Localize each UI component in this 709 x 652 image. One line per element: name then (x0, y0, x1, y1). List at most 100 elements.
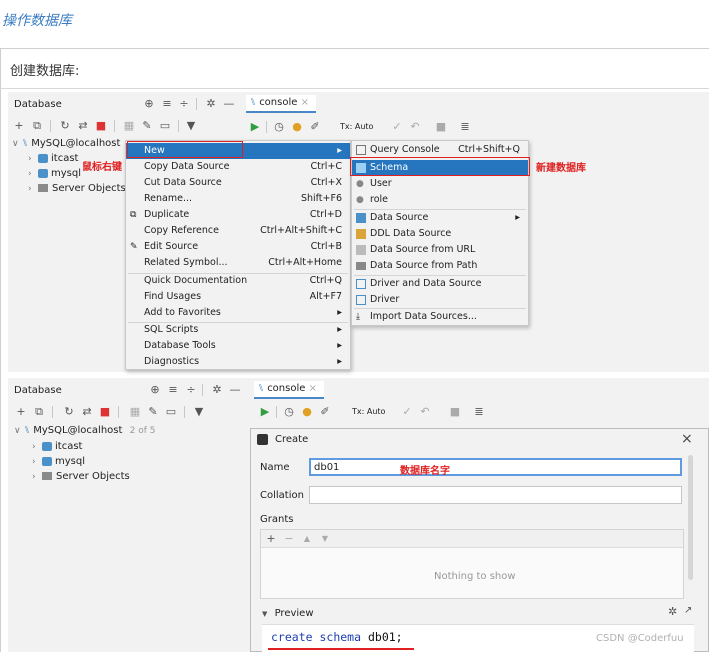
collation-input[interactable] (309, 486, 682, 504)
menu-item-find-usages[interactable]: Find Usages Alt+F7 (126, 289, 350, 305)
globe-icon[interactable]: ⊕ (148, 383, 162, 397)
minimize-icon[interactable]: — (228, 383, 242, 397)
tree-item-label: itcast (51, 153, 79, 164)
sync-icon[interactable]: ⇄ (76, 119, 90, 133)
menu-item-add-to-favorites[interactable]: Add to Favorites ▸ (126, 305, 350, 321)
filter-icon[interactable]: ▼ (184, 119, 198, 133)
name-input[interactable]: db01 (309, 458, 682, 476)
menu-item-label: Quick Documentation (144, 275, 248, 286)
commit-icon[interactable]: ✓ (390, 120, 404, 134)
globe-icon[interactable]: ⊕ (142, 97, 156, 111)
submenu-driver[interactable]: Driver (352, 292, 528, 308)
menu-item-duplicate[interactable]: ⧉ Duplicate Ctrl+D (126, 207, 350, 223)
sync-icon[interactable]: ⇄ (80, 405, 94, 419)
remove-grant-icon[interactable]: − (282, 532, 296, 546)
data-source-icon (356, 213, 366, 223)
submenu-query-console[interactable]: Query Console Ctrl+Shift+Q (352, 142, 528, 158)
move-down-icon[interactable]: ▼ (318, 532, 332, 546)
rollback-icon[interactable]: ↶ (408, 120, 422, 134)
tree-item-itcast[interactable]: › itcast (32, 441, 82, 452)
p-icon[interactable]: ● (300, 405, 314, 419)
menu-item-cut-data-source[interactable]: Cut Data Source Ctrl+X (126, 175, 350, 191)
tree-item-mysql[interactable]: › mysql (32, 456, 85, 467)
dialog-scrollbar[interactable] (688, 455, 693, 580)
table-icon[interactable]: ▦ (128, 405, 142, 419)
wrench-icon[interactable]: ✐ (318, 405, 332, 419)
add-icon[interactable]: + (14, 405, 28, 419)
close-tab-icon[interactable]: × (309, 383, 317, 394)
history-icon[interactable]: ◷ (282, 405, 296, 419)
highlight-schema (350, 157, 530, 176)
commit-icon[interactable]: ✓ (400, 405, 414, 419)
annotation-new-database: 新建数据库 (536, 163, 586, 174)
submenu-driver-and-data-source[interactable]: Driver and Data Source (352, 276, 528, 292)
rollback-icon[interactable]: ↶ (418, 405, 432, 419)
stop-icon[interactable]: ■ (98, 405, 112, 419)
refresh-icon[interactable]: ↻ (62, 405, 76, 419)
gear-icon[interactable]: ✲ (204, 97, 218, 111)
submenu-ddl-data-source[interactable]: DDL Data Source (352, 226, 528, 242)
history-icon[interactable]: ◷ (272, 120, 286, 134)
add-grant-icon[interactable]: + (264, 532, 278, 546)
menu-item-copy-reference[interactable]: Copy Reference Ctrl+Alt+Shift+C (126, 223, 350, 239)
tab-console[interactable]: ⑊ console × (246, 95, 316, 113)
menu-item-database-tools[interactable]: Database Tools ▸ (126, 338, 350, 354)
close-icon[interactable]: × (681, 431, 693, 447)
console-view-icon[interactable]: ▭ (164, 405, 178, 419)
menu-item-edit-source[interactable]: ✎ Edit Source Ctrl+B (126, 239, 350, 255)
submenu-data-source-path[interactable]: Data Source from Path (352, 258, 528, 274)
tx-mode-select[interactable]: Tx: Auto (352, 407, 385, 416)
collapse-icon[interactable]: ≡ (166, 383, 180, 397)
menu-item-rename[interactable]: Rename... Shift+F6 (126, 191, 350, 207)
tree-item-server-objects[interactable]: › Server Objects (32, 471, 130, 482)
submenu-role[interactable]: ● role (352, 192, 528, 208)
run-icon[interactable]: ▶ (258, 405, 272, 419)
move-up-icon[interactable]: ▲ (300, 532, 314, 546)
run-icon[interactable]: ▶ (248, 120, 262, 134)
layout-icon[interactable]: ≣ (472, 405, 486, 419)
table-icon[interactable]: ▦ (122, 119, 136, 133)
gear-icon[interactable]: ✲ (668, 605, 677, 618)
layout-icon[interactable]: ≣ (458, 120, 472, 134)
menu-item-label: Copy Data Source (144, 161, 230, 172)
stop-query-icon[interactable]: ■ (434, 120, 448, 134)
refresh-icon[interactable]: ↻ (58, 119, 72, 133)
stop-icon[interactable]: ■ (94, 119, 108, 133)
gear-icon[interactable]: ✲ (210, 383, 224, 397)
console-view-icon[interactable]: ▭ (158, 119, 172, 133)
tree-item-itcast[interactable]: › itcast (28, 153, 78, 164)
tree-item-mysql[interactable]: › mysql (28, 168, 81, 179)
edit-icon[interactable]: ✎ (146, 405, 160, 419)
submenu-arrow-icon: ▸ (337, 324, 342, 335)
expand-icon[interactable]: ÷ (184, 383, 198, 397)
tx-mode-select[interactable]: Tx: Auto (340, 122, 373, 131)
filter-icon[interactable]: ▼ (192, 405, 206, 419)
preview-header[interactable]: ▼ Preview (262, 608, 314, 619)
copy-icon[interactable]: ⧉ (30, 119, 44, 133)
minimize-icon[interactable]: — (222, 97, 236, 111)
edit-icon[interactable]: ✎ (140, 119, 154, 133)
menu-item-diagnostics[interactable]: Diagnostics ▸ (126, 354, 350, 370)
submenu-data-source-url[interactable]: Data Source from URL (352, 242, 528, 258)
tab-console[interactable]: ⑊ console × (254, 381, 324, 399)
add-icon[interactable]: + (12, 119, 26, 133)
wrench-icon[interactable]: ✐ (308, 120, 322, 134)
collapse-icon[interactable]: ≡ (160, 97, 174, 111)
menu-item-sql-scripts[interactable]: SQL Scripts ▸ (126, 322, 350, 338)
tree-root[interactable]: ∨ ⑊ MySQL@localhost 2 of 5 (14, 425, 155, 436)
tree-item-server-objects[interactable]: › Server Objects (28, 183, 126, 194)
stop-query-icon[interactable]: ■ (448, 405, 462, 419)
submenu-data-source[interactable]: Data Source ▸ (352, 210, 528, 226)
copy-icon[interactable]: ⧉ (32, 405, 46, 419)
menu-item-related-symbol[interactable]: Related Symbol... Ctrl+Alt+Home (126, 255, 350, 271)
menu-item-copy-data-source[interactable]: Copy Data Source Ctrl+C (126, 159, 350, 175)
menu-item-quick-documentation[interactable]: Quick Documentation Ctrl+Q (126, 273, 350, 289)
tree-root[interactable]: ∨ ⑊ MySQL@localhost (12, 138, 120, 149)
expand-icon[interactable]: ÷ (177, 97, 191, 111)
close-tab-icon[interactable]: × (301, 97, 309, 108)
submenu-import-data-sources[interactable]: ⤓ Import Data Sources... (352, 309, 528, 325)
submenu-user[interactable]: ● User (352, 176, 528, 192)
p-icon[interactable]: ● (290, 120, 304, 134)
schema-icon (42, 456, 52, 466)
popout-icon[interactable]: ↗ (684, 605, 692, 616)
